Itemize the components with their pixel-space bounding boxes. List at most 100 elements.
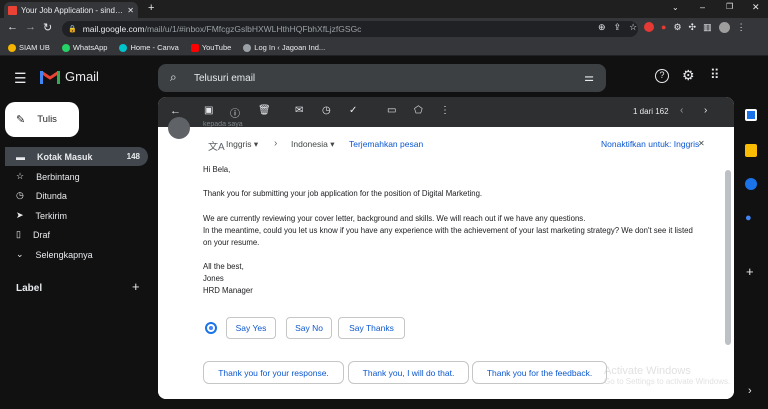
extension-red-icon[interactable] [644, 22, 654, 32]
calendar-icon[interactable] [745, 109, 757, 121]
tab-search-icon[interactable]: ⌄ [672, 3, 679, 12]
bookmark-jagoan[interactable]: Log In ‹ Jagoan Ind... [243, 43, 325, 52]
report-spam-icon[interactable]: ⓘ [230, 105, 240, 120]
bookmark-youtube[interactable]: YouTube [190, 43, 231, 52]
tab-title: Your Job Application - sindigsab [21, 5, 124, 15]
sidebar-item-inbox[interactable]: ▬ Kotak Masuk 148 [5, 147, 148, 166]
add-task-icon[interactable]: ✓ [349, 105, 357, 116]
browser-menu-icon[interactable]: ⋮ [737, 22, 746, 33]
target-language-select[interactable]: Indonesia ▾ [291, 139, 335, 150]
bookmark-star-icon[interactable]: ☆ [629, 22, 637, 33]
bookmarks-bar: SIAM UB WhatsApp Home - Canva YouTube Lo… [0, 40, 768, 56]
wordpress-icon [243, 43, 252, 52]
smart-reply-thanks[interactable]: Say Thanks [338, 317, 405, 339]
gmail-logo[interactable]: Gmail [40, 69, 99, 84]
reload-icon[interactable]: ↻ [43, 21, 52, 34]
browser-tab-bar: Your Job Application - sindigsab ✕ + ⌄ –… [0, 0, 768, 18]
suggested-reply-1[interactable]: Thank you for your response. [203, 361, 344, 384]
disable-translation-link[interactable]: Nonaktifkan untuk: Inggris [601, 139, 699, 149]
inbox-icon: ▬ [16, 151, 25, 162]
signature-name: Jones [203, 274, 224, 283]
search-input[interactable]: ⌕ Telusuri email ⚌ [158, 64, 606, 92]
sidebar-toggle-icon[interactable]: ▥ [703, 22, 712, 33]
share-icon[interactable]: ⇪ [614, 22, 622, 33]
recipient-line: kepada saya [203, 121, 243, 127]
extension-drop-icon[interactable]: ● [661, 22, 666, 33]
settings-gear-icon[interactable]: ⚙ [682, 67, 695, 84]
label-icon[interactable]: ⬠ [414, 105, 423, 116]
tasks-icon[interactable] [745, 178, 757, 190]
smart-reply-no[interactable]: Say No [286, 317, 332, 339]
compose-button[interactable]: ✎ Tulis [5, 102, 79, 137]
profile-avatar-icon[interactable] [718, 22, 730, 33]
back-to-inbox-icon[interactable]: ← [170, 105, 181, 117]
new-tab-icon[interactable]: + [148, 2, 154, 14]
window-close-icon[interactable]: ✕ [752, 2, 760, 13]
suggested-reply-2[interactable]: Thank you, I will do that. [348, 361, 469, 384]
suggested-reply-3[interactable]: Thank you for the feedback. [472, 361, 607, 384]
youtube-icon [190, 43, 199, 52]
language-arrow-icon: › [274, 138, 278, 149]
sidebar-item-drafts[interactable]: ▯ Draf [5, 225, 148, 244]
address-bar[interactable]: 🔒 mail.google.com/mail/u/1/#inbox/FMfcgz… [62, 21, 638, 37]
close-translate-icon[interactable]: ✕ [698, 139, 705, 148]
source-language-select[interactable]: Inggris ▾ [226, 139, 258, 150]
snooze-icon[interactable]: ◷ [322, 105, 331, 116]
close-tab-icon[interactable]: ✕ [127, 6, 134, 15]
archive-icon[interactable]: ▣ [204, 105, 213, 116]
email-paragraph-2c: on your resume. [203, 238, 260, 247]
lock-icon: 🔒 [68, 26, 77, 33]
label-header: Label [16, 283, 43, 294]
email-paragraph-2a: We are currently reviewing your cover le… [203, 214, 586, 223]
sidebar-item-more[interactable]: ⌄ Selengkapnya [5, 245, 148, 264]
pagination-text: 1 dari 162 [633, 107, 669, 116]
canva-icon [119, 43, 128, 52]
newer-icon[interactable]: ‹ [680, 105, 683, 116]
apps-grid-icon[interactable]: ⠿ [710, 67, 720, 83]
delete-icon[interactable]: 🗑 [258, 105, 271, 116]
back-icon[interactable]: ← [7, 21, 18, 33]
email-paragraph-1: Thank you for submitting your job applic… [203, 189, 483, 198]
more-options-icon[interactable]: ⋮ [440, 105, 450, 116]
smart-reply-yes[interactable]: Say Yes [226, 317, 276, 339]
sidebar-item-snoozed[interactable]: ◷ Ditunda [5, 186, 148, 205]
extensions-puzzle-icon[interactable]: ✣ [689, 22, 697, 33]
draft-icon: ▯ [16, 229, 21, 239]
gmail-logo-text: Gmail [65, 69, 99, 84]
gmail-app: ☰ Gmail ⌕ Telusuri email ⚌ ? ⚙ ⠿ ✎ Tulis… [0, 57, 768, 409]
search-options-icon[interactable]: ⚌ [584, 71, 594, 84]
search-placeholder: Telusuri email [194, 72, 256, 84]
sidebar-item-sent[interactable]: ➤ Terkirim [5, 206, 148, 225]
translate-message-link[interactable]: Terjemahkan pesan [349, 139, 423, 149]
contacts-icon[interactable]: ● [745, 212, 752, 224]
older-icon[interactable]: › [704, 105, 707, 116]
hide-side-panel-icon[interactable]: › [748, 385, 752, 397]
mark-unread-icon[interactable]: ✉ [295, 105, 303, 116]
search-icon[interactable]: ⌕ [170, 70, 177, 85]
sender-avatar [168, 117, 190, 139]
chevron-down-icon: ⌄ [16, 249, 24, 259]
minimize-icon[interactable]: – [700, 2, 705, 12]
get-addons-icon[interactable]: + [746, 264, 754, 279]
siam-icon [8, 43, 16, 52]
sidebar-item-starred[interactable]: ☆ Berbintang [5, 167, 148, 186]
gmail-favicon-icon [8, 5, 17, 15]
translate-icon: 文A [208, 142, 225, 153]
move-to-icon[interactable]: ▭ [387, 105, 396, 116]
browser-tab[interactable]: Your Job Application - sindigsab ✕ [4, 2, 138, 18]
extension-gear-icon[interactable]: ⚙ [673, 22, 681, 33]
bookmark-canva[interactable]: Home - Canva [119, 43, 179, 52]
zoom-icon[interactable]: ⊕ [598, 22, 606, 33]
add-label-icon[interactable]: + [132, 279, 140, 294]
bookmark-siam[interactable]: SIAM UB [8, 43, 50, 52]
maximize-icon[interactable]: ❐ [726, 2, 733, 11]
forward-icon[interactable]: → [25, 21, 36, 33]
gmail-m-icon [40, 70, 60, 84]
url-host: mail.google.com [82, 24, 145, 34]
help-icon[interactable]: ? [655, 69, 669, 83]
main-menu-icon[interactable]: ☰ [14, 70, 27, 87]
keep-icon[interactable] [745, 144, 757, 157]
whatsapp-icon [61, 43, 70, 52]
email-scrollbar[interactable] [725, 170, 731, 345]
bookmark-whatsapp[interactable]: WhatsApp [61, 43, 107, 52]
